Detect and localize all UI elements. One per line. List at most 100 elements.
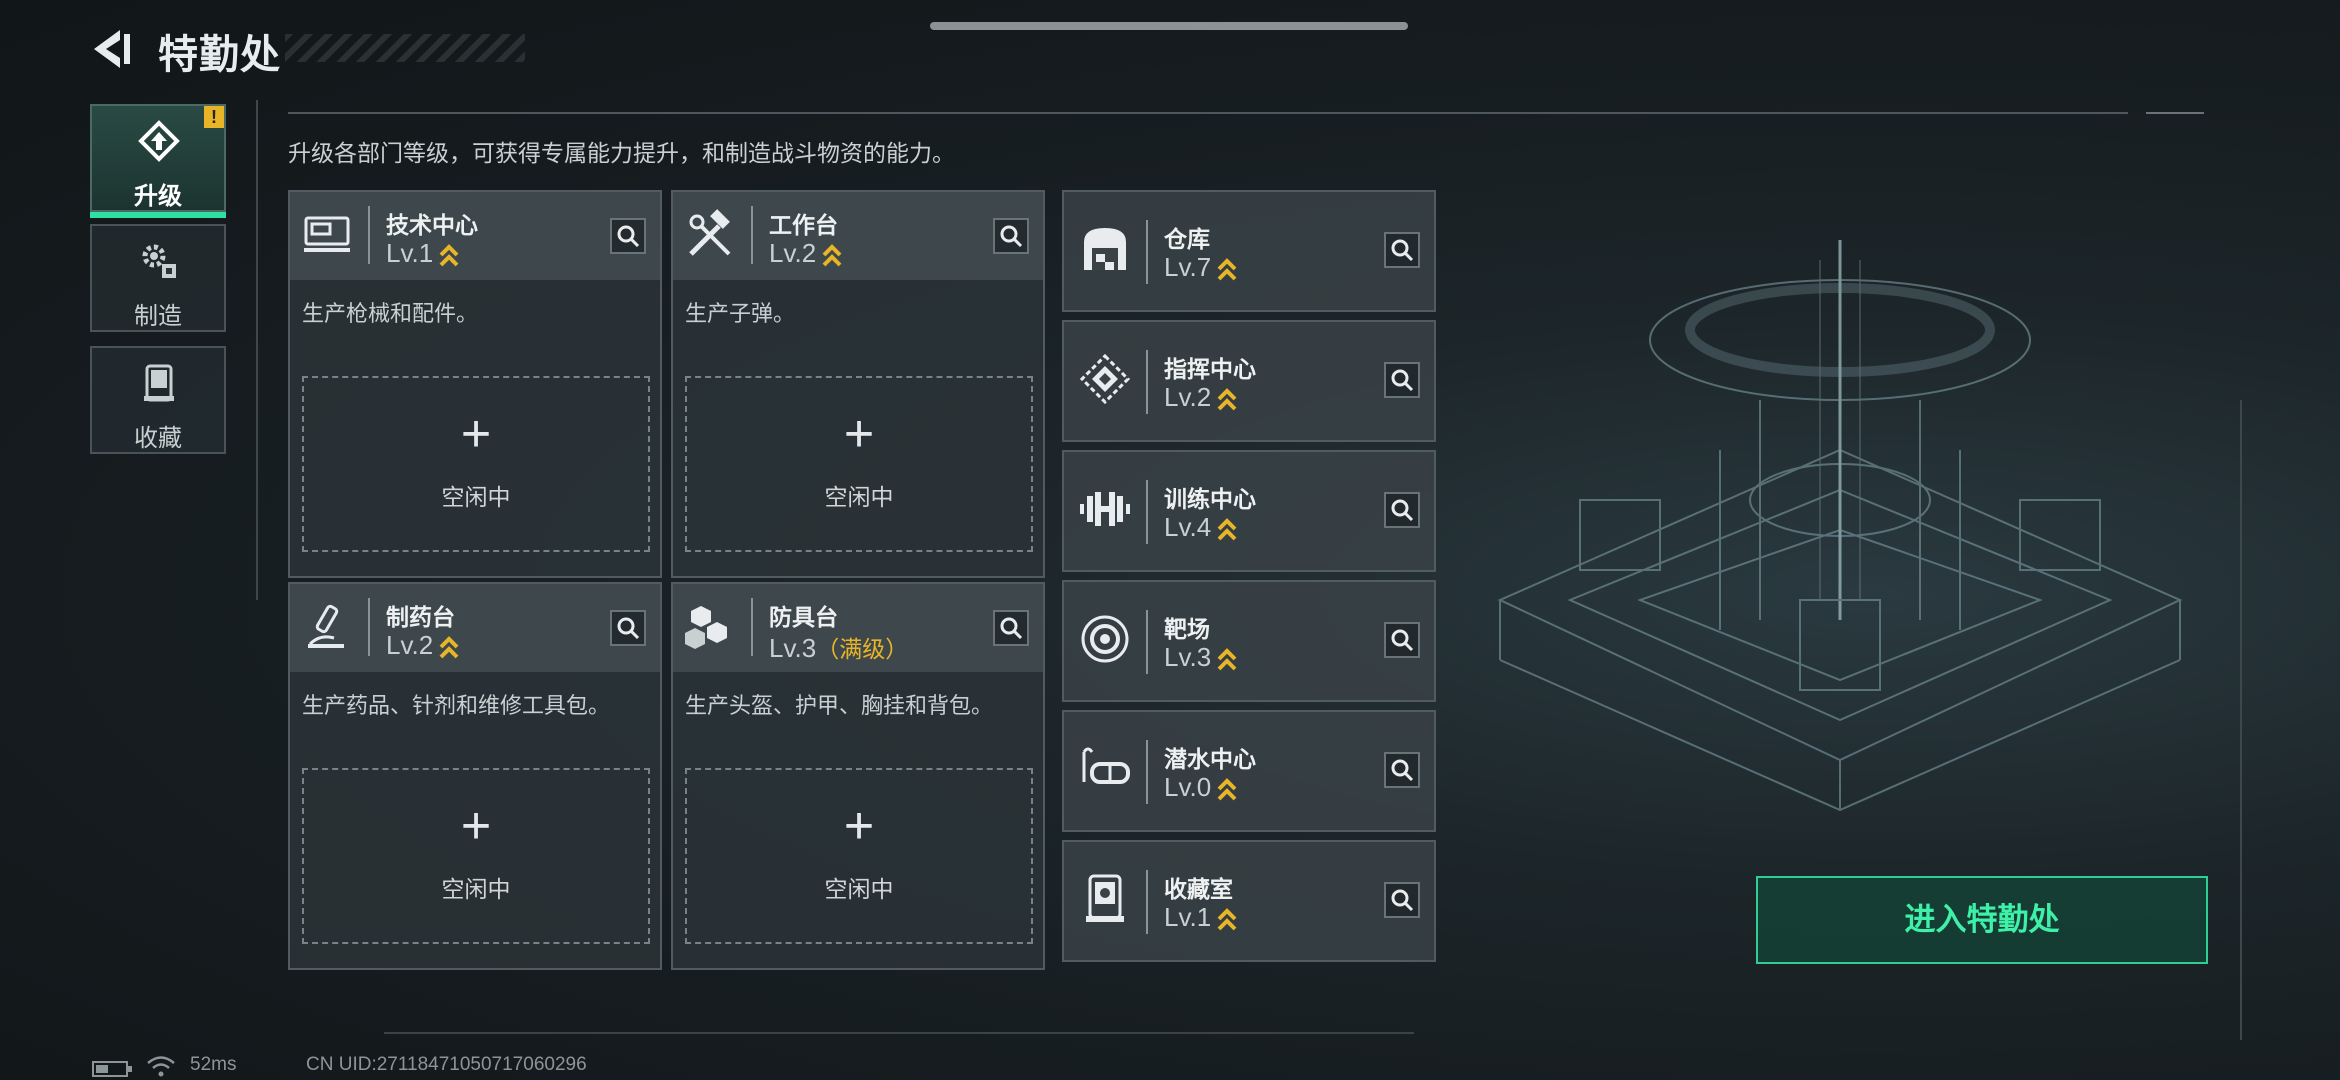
facility-level: Lv.0 [1164, 772, 1237, 803]
workshop-card-tech-center[interactable]: 技术中心 Lv.1 生产枪械和配件。 + 空闲中 [288, 190, 662, 578]
enter-special-ops-button[interactable]: 进入特勤处 [1756, 876, 2208, 964]
max-level-label: （满级） [816, 636, 909, 662]
sidebar-item-upgrade[interactable]: 升级 ! [90, 104, 226, 218]
facility-level: Lv.1 [1164, 902, 1237, 933]
card-separator [368, 206, 370, 264]
search-button[interactable] [993, 610, 1029, 646]
search-icon [1391, 759, 1414, 782]
level-text: Lv.7 [1164, 252, 1212, 282]
workshop-name: 制药台 [386, 604, 455, 630]
title-decoration [285, 34, 525, 62]
level-text: Lv.1 [386, 238, 434, 268]
workshop-description: 生产枪械和配件。 [302, 301, 479, 326]
wifi-icon [147, 1056, 175, 1077]
bottom-divider [384, 1032, 1414, 1034]
facility-card-training-center[interactable]: 训练中心 Lv.4 [1062, 450, 1436, 572]
facility-level: Lv.7 [1164, 252, 1237, 283]
facility-name: 指挥中心 [1164, 356, 1256, 382]
upgrade-chevron-icon [1217, 258, 1237, 281]
facility-name: 收藏室 [1164, 876, 1233, 902]
workshop-card-workbench[interactable]: 工作台 Lv.2 生产子弹。 + 空闲中 [671, 190, 1045, 578]
facility-card-command-center[interactable]: 指挥中心 Lv.2 [1062, 320, 1436, 442]
search-icon [1391, 499, 1414, 522]
search-button[interactable] [1384, 882, 1420, 918]
search-button[interactable] [610, 610, 646, 646]
slot-status: 空闲中 [441, 484, 511, 510]
upgrade-chevron-icon [1217, 648, 1237, 671]
search-button[interactable] [610, 218, 646, 254]
sidebar-item-collection[interactable]: 收藏 [90, 346, 226, 454]
facility-level: Lv.2 [1164, 382, 1237, 413]
idle-production-slot[interactable]: + 空闲中 [302, 768, 650, 944]
search-icon [1000, 617, 1023, 640]
add-icon: + [843, 797, 875, 855]
level-text: Lv.2 [386, 630, 434, 660]
add-icon: + [460, 405, 492, 463]
idle-production-slot[interactable]: + 空闲中 [302, 376, 650, 552]
card-separator [1146, 350, 1148, 414]
sidebar-item-label: 制造 [134, 303, 182, 330]
workshop-level: Lv.3（满级） [769, 630, 908, 664]
workshop-level: Lv.2 [386, 630, 459, 661]
armor-bench-icon [685, 606, 727, 649]
upgrade-chevron-icon [1217, 518, 1237, 541]
gear-craft-icon [142, 244, 176, 278]
uid-text: CN UID:27118471050717060296 [306, 1054, 587, 1075]
search-icon [1391, 629, 1414, 652]
search-button[interactable] [1384, 752, 1420, 788]
tech-center-icon [304, 216, 350, 252]
facility-card-collection-room[interactable]: 收藏室 Lv.1 [1062, 840, 1436, 962]
level-text: Lv.2 [769, 238, 817, 268]
search-button[interactable] [1384, 492, 1420, 528]
upgrade-chevron-icon [1217, 908, 1237, 931]
card-separator [751, 598, 753, 656]
card-separator [1146, 220, 1148, 284]
header-divider-end [2146, 112, 2204, 114]
search-icon [1391, 369, 1414, 392]
facility-card-warehouse[interactable]: 仓库 Lv.7 [1062, 190, 1436, 312]
search-button[interactable] [1384, 622, 1420, 658]
workshop-description: 生产头盔、护甲、胸挂和背包。 [685, 693, 994, 718]
slot-status: 空闲中 [441, 876, 511, 902]
facility-name: 潜水中心 [1164, 746, 1256, 772]
search-button[interactable] [993, 218, 1029, 254]
workshop-level: Lv.1 [386, 238, 459, 269]
facility-name: 仓库 [1164, 226, 1210, 252]
workshop-card-pharmacy[interactable]: 制药台 Lv.2 生产药品、针剂和维修工具包。 + 空闲中 [288, 582, 662, 970]
idle-production-slot[interactable]: + 空闲中 [685, 768, 1033, 944]
sidebar-item-craft[interactable]: 制造 [90, 224, 226, 332]
workshop-name: 技术中心 [386, 212, 478, 238]
right-frame-line [2240, 400, 2242, 1040]
level-text: Lv.3 [1164, 642, 1212, 672]
sidebar-item-label: 升级 [134, 183, 182, 210]
facility-level: Lv.3 [1164, 642, 1237, 673]
add-icon: + [460, 797, 492, 855]
page-title: 特勤处 [158, 33, 281, 77]
search-button[interactable] [1384, 232, 1420, 268]
facility-level: Lv.4 [1164, 512, 1237, 543]
upgrade-chevron-icon [439, 636, 459, 659]
top-drag-handle[interactable] [930, 22, 1408, 30]
idle-production-slot[interactable]: + 空闲中 [685, 376, 1033, 552]
facility-card-diving-center[interactable]: 潜水中心 Lv.0 [1062, 710, 1436, 832]
back-button[interactable] [90, 26, 136, 72]
card-separator [1146, 870, 1148, 934]
warning-badge: ! [204, 106, 224, 128]
workshop-description: 生产子弹。 [685, 301, 796, 326]
active-indicator [90, 212, 226, 218]
upgrade-icon [138, 120, 180, 162]
back-arrow-icon [94, 30, 130, 68]
workshop-name: 防具台 [769, 604, 838, 630]
workshop-card-armor[interactable]: 防具台 Lv.3（满级） 生产头盔、护甲、胸挂和背包。 + 空闲中 [671, 582, 1045, 970]
ping-text: 52ms [190, 1054, 237, 1075]
base-hologram-illustration [1497, 240, 2183, 812]
section-description: 升级各部门等级，可获得专属能力提升，和制造战斗物资的能力。 [288, 140, 955, 166]
workshop-name: 工作台 [769, 212, 838, 238]
level-text: Lv.4 [1164, 512, 1212, 542]
slot-status: 空闲中 [824, 484, 894, 510]
facility-card-shooting-range[interactable]: 靶场 Lv.3 [1062, 580, 1436, 702]
card-separator [368, 598, 370, 656]
card-separator [1146, 610, 1148, 674]
slot-status: 空闲中 [824, 876, 894, 902]
search-button[interactable] [1384, 362, 1420, 398]
